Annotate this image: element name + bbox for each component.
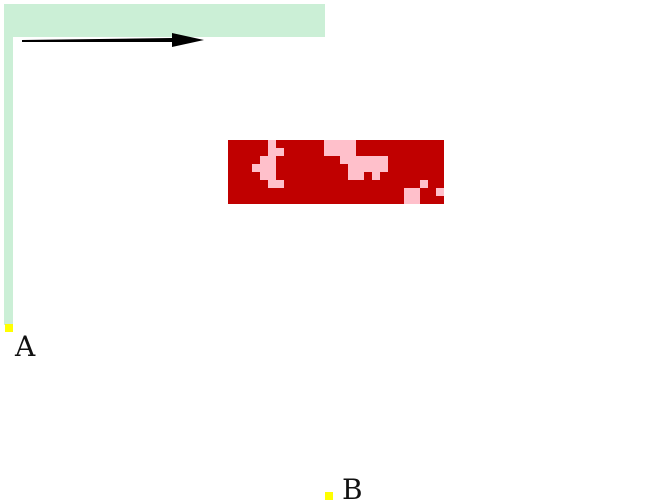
pink-cell	[348, 164, 356, 172]
spreadsheet-grid[interactable]: A B	[0, 0, 670, 502]
pink-cell	[252, 164, 260, 172]
pink-cell	[380, 164, 388, 172]
pink-cell	[404, 188, 412, 196]
pink-cell	[268, 148, 276, 156]
pink-cell	[356, 172, 364, 180]
pink-cell	[324, 148, 332, 156]
pink-cell	[348, 148, 356, 156]
marker-a-yellow-square	[5, 324, 13, 332]
pink-cell	[324, 140, 332, 148]
pink-cell	[372, 156, 380, 164]
pink-cell	[436, 188, 444, 196]
pink-cell	[348, 156, 356, 164]
pink-cell	[420, 180, 428, 188]
pink-cell	[268, 140, 276, 148]
pink-cell	[372, 172, 380, 180]
red-pink-cell-block	[228, 140, 444, 204]
pink-cell	[380, 156, 388, 164]
pink-cell	[364, 156, 372, 164]
arrow-right-icon	[22, 33, 204, 47]
pink-cell	[364, 164, 372, 172]
pink-cell	[260, 164, 268, 172]
pink-cell	[332, 148, 340, 156]
pink-cell	[412, 196, 420, 204]
pink-cell	[268, 164, 276, 172]
marker-a-label: A	[15, 330, 36, 363]
pink-cell	[268, 156, 276, 164]
pink-cell	[268, 172, 276, 180]
pink-cell	[348, 140, 356, 148]
pink-cell	[404, 196, 412, 204]
pink-cell	[276, 180, 284, 188]
pink-cell	[340, 156, 348, 164]
pink-cell	[372, 164, 380, 172]
pink-cell	[260, 156, 268, 164]
highlighted-column-band	[4, 37, 13, 325]
pink-cell	[268, 180, 276, 188]
pink-cell	[412, 188, 420, 196]
pink-cell	[356, 156, 364, 164]
pink-cell	[340, 140, 348, 148]
marker-b-label: B	[342, 473, 363, 502]
marker-b-yellow-square	[325, 492, 333, 500]
pink-cell	[276, 148, 284, 156]
pink-cell	[356, 164, 364, 172]
pink-cell	[332, 140, 340, 148]
pink-cell	[348, 172, 356, 180]
pink-cell	[340, 148, 348, 156]
pink-cell	[260, 172, 268, 180]
